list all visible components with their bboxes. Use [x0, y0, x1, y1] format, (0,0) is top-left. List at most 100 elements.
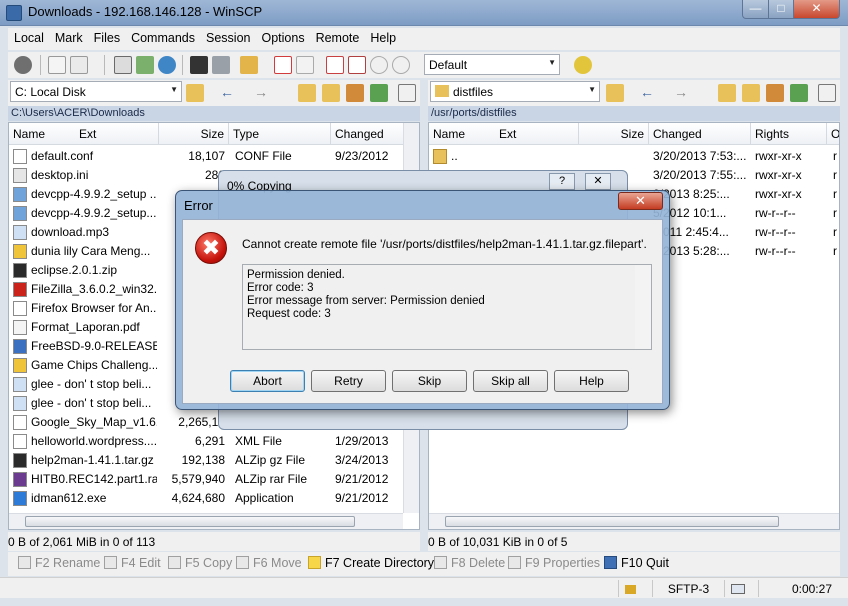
back-arrow-icon[interactable]: ←: [220, 84, 238, 102]
main-toolbar: Default ▼: [8, 52, 840, 78]
back-arrow-icon[interactable]: ←: [640, 84, 658, 102]
unselect-icon[interactable]: [296, 56, 314, 74]
copy-dialog-close-button[interactable]: ✕: [585, 173, 611, 190]
menu-files[interactable]: Files: [88, 28, 125, 45]
mask-icon[interactable]: [348, 56, 366, 74]
table-row[interactable]: HITB0.REC142.part1.rar 5,579,940 ALZip rar…: [9, 470, 403, 489]
file-name: Format_Laporan.pdf: [31, 320, 140, 334]
skip-button[interactable]: Skip: [392, 370, 467, 392]
scroll-thumb[interactable]: [25, 516, 355, 527]
error-dialog-close-button[interactable]: ✕: [618, 192, 663, 210]
file-changed: 1/29/2013: [335, 434, 389, 448]
transfer-queue-icon[interactable]: [240, 56, 258, 74]
move-button[interactable]: F6 Move: [236, 556, 302, 570]
forward-arrow-icon[interactable]: →: [254, 84, 272, 102]
menu-remote[interactable]: Remote: [310, 28, 365, 45]
open-folder-icon[interactable]: [186, 84, 204, 102]
table-row[interactable]: helloworld.wordpress.... 6,291 XML File 1/2…: [9, 432, 403, 451]
local-horizontal-scrollbar[interactable]: [9, 513, 403, 529]
table-row[interactable]: .. 3/20/2013 7:53:... rwxr-xr-x r: [429, 147, 839, 166]
open-folder-icon[interactable]: [606, 84, 624, 102]
retry-button[interactable]: Retry: [311, 370, 386, 392]
chrome-icon: [13, 244, 27, 259]
local-drive-select[interactable]: C: Local Disk ▼: [10, 81, 182, 102]
menu-help[interactable]: Help: [364, 28, 401, 45]
delete-button[interactable]: F8 Delete: [434, 556, 505, 570]
disconnect-icon[interactable]: [370, 56, 388, 74]
menu-commands[interactable]: Commands: [125, 28, 200, 45]
quit-button[interactable]: F10 Quit: [604, 556, 669, 570]
root-directory-icon[interactable]: [322, 84, 340, 102]
audio-icon: [13, 396, 27, 411]
properties-button[interactable]: F9 Properties: [508, 556, 600, 570]
lock-icon: [618, 580, 652, 597]
error-details[interactable]: Permission denied. Error code: 3 Error m…: [242, 264, 652, 350]
synchronize-icon[interactable]: [158, 56, 176, 74]
winscp-app-icon[interactable]: [6, 5, 22, 21]
copy-dialog-help-button[interactable]: ?: [549, 173, 575, 190]
select-all-icon[interactable]: [274, 56, 292, 74]
create-directory-button[interactable]: F7 Create Directory: [308, 556, 434, 570]
reconnect-icon[interactable]: [392, 56, 410, 74]
help-button[interactable]: Help: [554, 370, 629, 392]
column-size[interactable]: Size: [579, 123, 649, 145]
queue-icon[interactable]: [70, 56, 88, 74]
column-name[interactable]: Name Ext: [9, 123, 159, 145]
column-changed[interactable]: Changed: [331, 123, 405, 145]
file-type: Application: [235, 491, 294, 505]
refresh-icon[interactable]: [790, 84, 808, 102]
menu-mark[interactable]: Mark: [49, 28, 88, 45]
home-icon[interactable]: [346, 84, 364, 102]
tree-view-icon[interactable]: [818, 84, 836, 102]
skip-all-button[interactable]: Skip all: [473, 370, 548, 392]
table-row[interactable]: help2man-1.41.1.tar.gz 192,138 ALZip gz Fi…: [9, 451, 403, 470]
column-rights[interactable]: Rights: [751, 123, 827, 145]
local-panel-toolbar: C: Local Disk ▼ ← →: [8, 80, 420, 106]
rename-button[interactable]: F2 Rename: [18, 556, 100, 570]
remote-directory-select[interactable]: distfiles ▼: [430, 81, 600, 102]
save-session-icon[interactable]: [136, 56, 154, 74]
parent-directory-icon[interactable]: [718, 84, 736, 102]
menu-local[interactable]: Local: [8, 28, 49, 45]
tree-view-icon[interactable]: [398, 84, 416, 102]
console-icon[interactable]: [190, 56, 208, 74]
session-preset-select[interactable]: Default ▼: [424, 54, 560, 75]
column-size[interactable]: Size: [159, 123, 229, 145]
filter-icon[interactable]: [326, 56, 344, 74]
error-detail-line: Request code: 3: [247, 308, 331, 320]
home-icon[interactable]: [766, 84, 784, 102]
column-type[interactable]: Type: [229, 123, 331, 145]
refresh-icon[interactable]: [370, 84, 388, 102]
local-path[interactable]: C:\Users\ACER\Downloads: [8, 106, 420, 121]
details-scrollbar[interactable]: [635, 265, 651, 349]
app-icon: [13, 491, 27, 506]
column-changed[interactable]: Changed: [649, 123, 751, 145]
edit-button[interactable]: F4 Edit: [104, 556, 161, 570]
abort-button[interactable]: Abort: [230, 370, 305, 392]
file-owner: r: [833, 187, 837, 201]
column-name[interactable]: Name Ext: [429, 123, 579, 145]
remote-path[interactable]: /usr/ports/distfiles: [428, 106, 840, 121]
minimize-button[interactable]: —: [742, 0, 769, 19]
edit-icon: [104, 556, 117, 569]
parent-directory-icon[interactable]: [298, 84, 316, 102]
putty-icon[interactable]: [212, 56, 230, 74]
copy-button[interactable]: F5 Copy: [168, 556, 232, 570]
maximize-button[interactable]: □: [768, 0, 794, 19]
open-session-icon[interactable]: [114, 56, 132, 74]
file-name: desktop.ini: [31, 168, 89, 182]
local-files-icon[interactable]: [48, 56, 66, 74]
forward-arrow-icon[interactable]: →: [674, 84, 692, 102]
menu-options[interactable]: Options: [255, 28, 309, 45]
file-name: eclipse.2.0.1.zip: [31, 263, 118, 277]
menu-session[interactable]: Session: [200, 28, 255, 45]
scroll-thumb[interactable]: [445, 516, 779, 527]
transfer-settings-icon[interactable]: [574, 56, 592, 74]
close-window-button[interactable]: ✕: [793, 0, 840, 19]
remote-horizontal-scrollbar[interactable]: [429, 513, 839, 529]
root-directory-icon[interactable]: [742, 84, 760, 102]
column-owner[interactable]: O: [827, 123, 839, 145]
table-row[interactable]: default.conf 18,107 CONF File 9/23/2012: [9, 147, 403, 166]
preferences-icon[interactable]: [14, 56, 32, 74]
table-row[interactable]: idman612.exe 4,624,680 Application 9/21/201…: [9, 489, 403, 508]
